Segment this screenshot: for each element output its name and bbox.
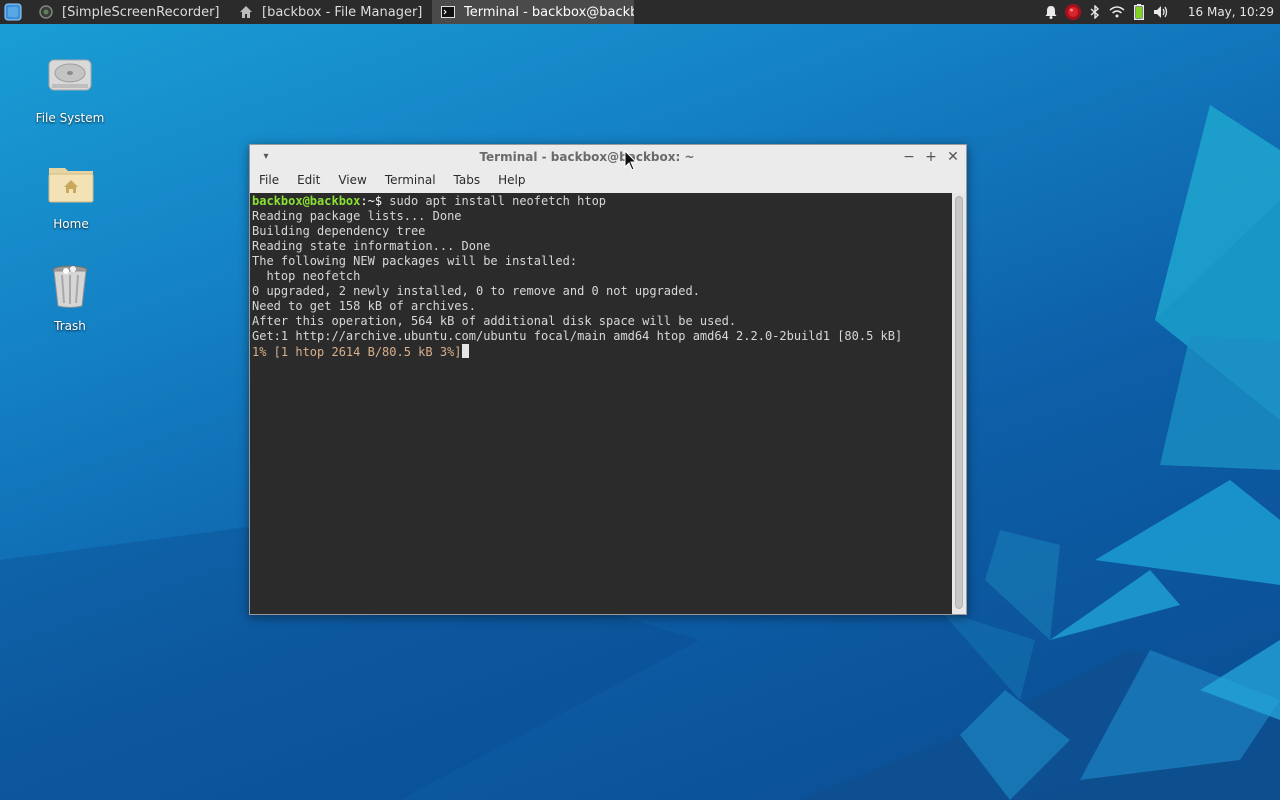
volume-icon[interactable] (1150, 0, 1172, 24)
screen-recorder-icon (38, 4, 54, 20)
menu-file[interactable]: File (250, 173, 288, 187)
home-folder-icon (238, 4, 254, 20)
home-folder-icon (48, 168, 94, 203)
taskbar-item-file-manager[interactable]: [backbox - File Manager] (230, 0, 430, 24)
menu-edit[interactable]: Edit (288, 173, 329, 187)
scrollbar-thumb[interactable] (955, 196, 963, 609)
drive-icon (48, 59, 92, 91)
menu-bar: File Edit View Terminal Tabs Help (250, 169, 966, 191)
desktop-icon-label: Home (53, 217, 89, 231)
system-tray (1040, 0, 1172, 24)
output-line: After this operation, 564 kB of addition… (252, 314, 737, 328)
taskbar-item-label: [backbox - File Manager] (262, 4, 423, 20)
screen-recorder-tray-icon[interactable] (1062, 0, 1084, 24)
progress-text: 1% [1 htop 2614 B/80.5 kB 3%] (252, 345, 462, 359)
minimize-icon[interactable]: − (901, 149, 917, 165)
window-title: Terminal - backbox@backbox: ~ (479, 150, 695, 164)
taskbar-item-label: Terminal - backbox@backbo... (464, 4, 634, 20)
command-text: sudo apt install neofetch htop (382, 194, 607, 208)
close-icon[interactable]: ✕ (945, 149, 961, 165)
output-line: Need to get 158 kB of archives. (252, 299, 476, 313)
mouse-pointer-icon (624, 150, 638, 171)
applications-menu-icon[interactable] (4, 3, 22, 21)
command-line: backbox@backbox:~$ sudo apt install neof… (252, 194, 606, 209)
terminal-output[interactable]: backbox@backbox:~$ sudo apt install neof… (250, 193, 952, 614)
output-line: The following NEW packages will be insta… (252, 254, 578, 268)
terminal-icon (440, 4, 456, 20)
menu-help[interactable]: Help (489, 173, 534, 187)
window-titlebar[interactable]: ▾ Terminal - backbox@backbox: ~ − + ✕ (250, 145, 966, 169)
output-line: Reading package lists... Done (252, 209, 462, 223)
taskbar-item-label: [SimpleScreenRecorder] (62, 4, 220, 20)
taskbar-item-screen-recorder[interactable]: [SimpleScreenRecorder] (30, 0, 230, 24)
taskbar-item-terminal[interactable]: Terminal - backbox@backbo... (432, 0, 634, 24)
desktop-icon-label: Trash (54, 319, 86, 333)
output-line: 0 upgraded, 2 newly installed, 0 to remo… (252, 284, 700, 298)
output-line: Get:1 http://archive.ubuntu.com/ubuntu f… (252, 329, 903, 343)
progress-line: 1% [1 htop 2614 B/80.5 kB 3%] (252, 344, 469, 359)
maximize-icon[interactable]: + (923, 149, 939, 165)
notification-bell-icon[interactable] (1040, 0, 1062, 24)
menu-terminal[interactable]: Terminal (376, 173, 445, 187)
prompt-separator: :~$ (360, 194, 383, 208)
clock[interactable]: 16 May, 10:29 (1188, 0, 1274, 24)
terminal-scrollbar[interactable] (952, 193, 966, 614)
prompt-user: backbox@backbox (252, 194, 361, 208)
desktop-icon-home[interactable]: Home (21, 160, 121, 231)
desktop-icon-trash[interactable]: Trash (20, 262, 120, 333)
desktop-icon-file-system[interactable]: File System (20, 54, 120, 125)
bluetooth-icon[interactable] (1084, 0, 1106, 24)
wifi-icon[interactable] (1106, 0, 1128, 24)
menu-tabs[interactable]: Tabs (445, 173, 490, 187)
trash-icon (52, 265, 88, 308)
output-line: Building dependency tree (252, 224, 426, 238)
desktop-icon-label: File System (35, 111, 105, 125)
text-cursor (461, 344, 469, 358)
menu-view[interactable]: View (329, 173, 375, 187)
output-line: htop neofetch (252, 269, 361, 283)
battery-icon[interactable] (1128, 0, 1150, 24)
terminal-window: ▾ Terminal - backbox@backbox: ~ − + ✕ Fi… (249, 144, 967, 615)
top-panel: [SimpleScreenRecorder] [backbox - File M… (0, 0, 1280, 24)
output-line: Reading state information... Done (252, 239, 491, 253)
